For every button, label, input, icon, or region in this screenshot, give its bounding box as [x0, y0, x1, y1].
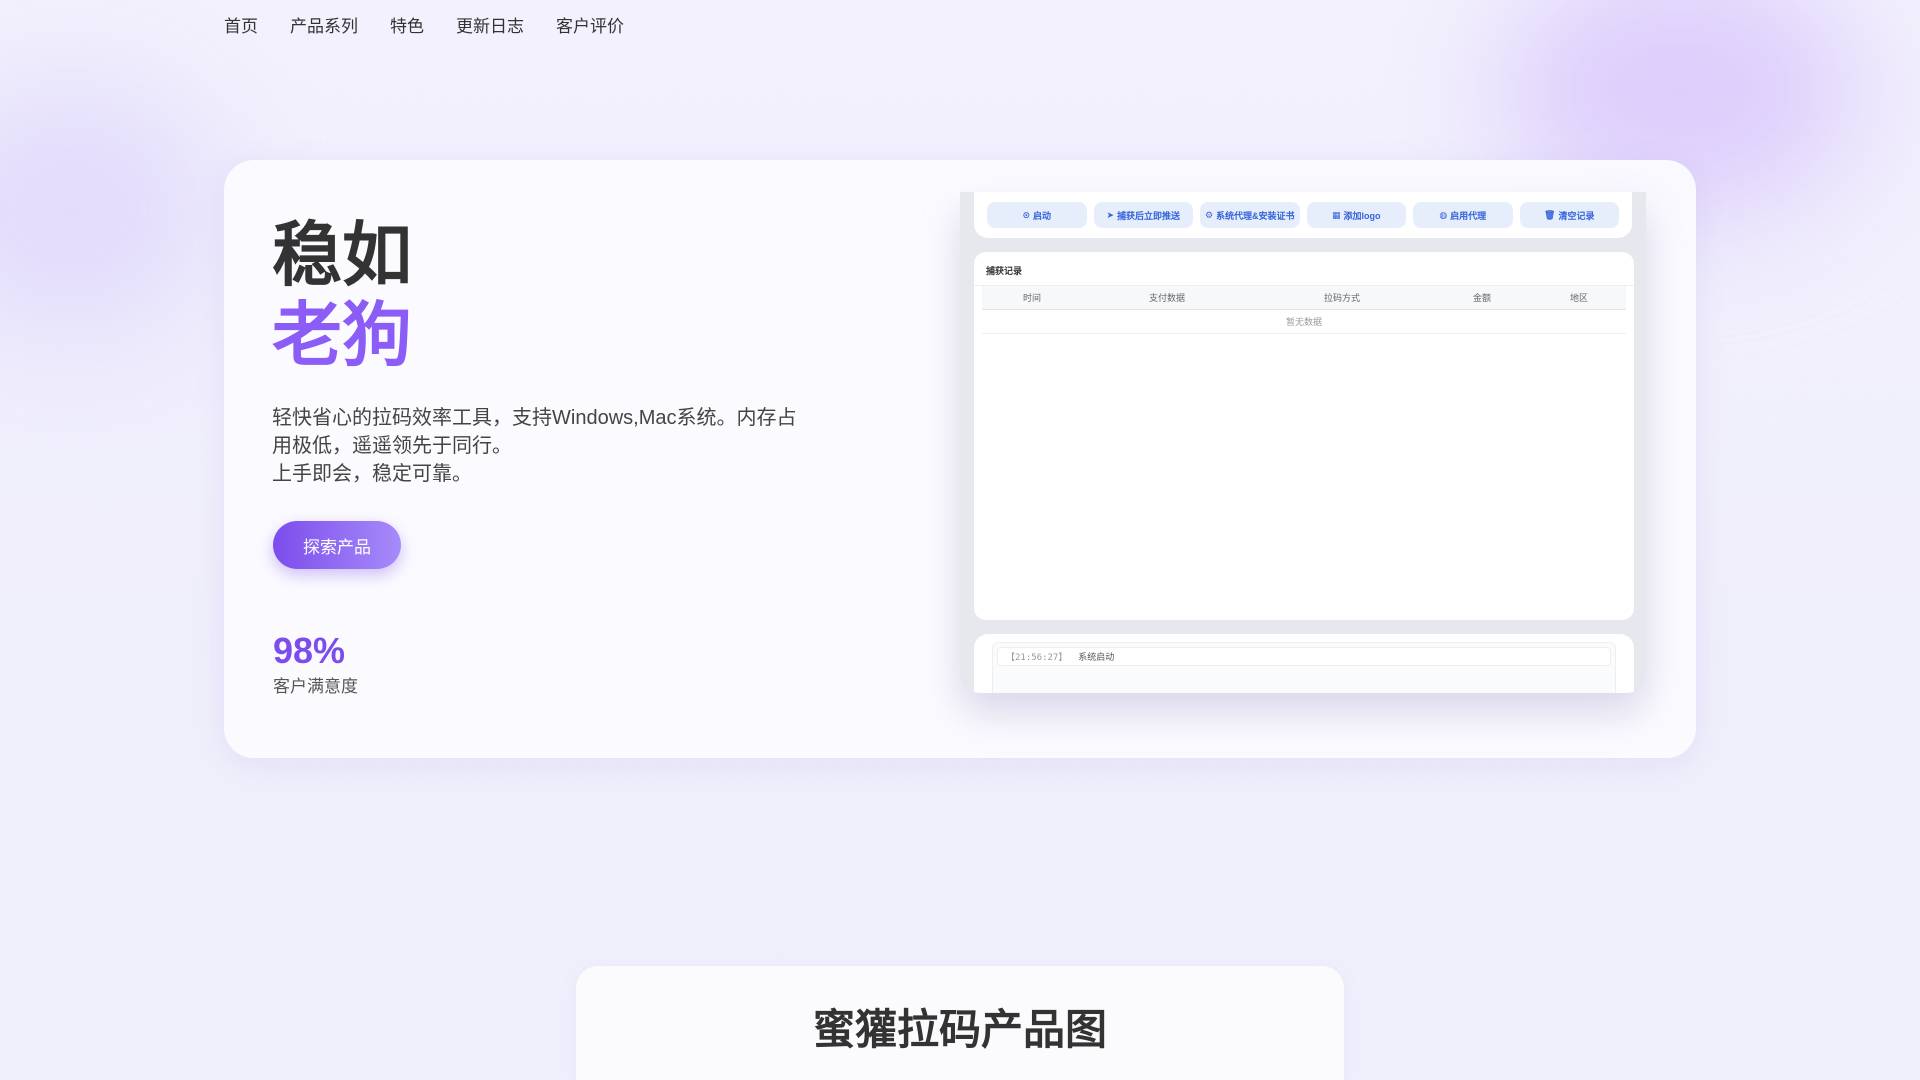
- product-images-section: 蜜獾拉码产品图: [576, 966, 1344, 1080]
- nav-features[interactable]: 特色: [390, 14, 424, 40]
- col-time: 时间: [1022, 293, 1041, 303]
- add-logo-button: ▦ 添加logo: [1306, 202, 1406, 228]
- log-entry: 【21:56:27】 系统启动: [997, 647, 1611, 666]
- label: 清空记录: [1558, 210, 1595, 221]
- log-time: 【21:56:27】: [1006, 653, 1068, 663]
- send-icon: ➤: [1106, 209, 1115, 220]
- globe-icon: ◍: [1439, 209, 1448, 220]
- hero-description: 轻快省心的拉码效率工具，支持Windows,Mac系统。内存占用极低，遥遥领先于…: [272, 404, 812, 488]
- push-button: ➤ 捕获后立即推送: [1093, 202, 1193, 228]
- hero-title-line1: 稳如: [272, 216, 412, 294]
- label: 启用代理: [1450, 210, 1487, 221]
- label: 添加logo: [1343, 210, 1381, 221]
- gear-icon: ⚙: [1204, 209, 1214, 220]
- nav-reviews[interactable]: 客户评价: [556, 14, 624, 40]
- app-toolbar: ⊙ 启动 ➤ 捕获后立即推送 ⚙ 系统代理&安装证书 ▦ 添加logo ◍ 启用代理 🗑 清…: [974, 192, 1632, 238]
- explore-products-button[interactable]: 探索产品: [273, 521, 401, 569]
- col-method: 拉码方式: [1323, 293, 1360, 303]
- col-region: 地区: [1569, 293, 1588, 303]
- hero-title-line2: 老狗: [272, 296, 412, 374]
- label: 启动: [1033, 210, 1052, 221]
- description-text: 轻快省心的拉码效率工具，支持Windows,Mac系统。内存占用极低，遥遥领先于…: [272, 407, 797, 457]
- label: 系统代理&安装证书: [1216, 210, 1295, 221]
- col-payment: 支付数据: [1148, 293, 1185, 303]
- proxy-cert-button: ⚙ 系统代理&安装证书: [1200, 202, 1300, 228]
- log-panel: 【21:56:27】 系统启动: [974, 634, 1634, 693]
- records-panel: 捕获记录 时间 支付数据 拉码方式 金额 地区 暂无数据: [974, 252, 1634, 620]
- nav-products[interactable]: 产品系列: [290, 14, 358, 40]
- image-icon: ▦: [1331, 209, 1341, 220]
- nav-home[interactable]: 首页: [224, 14, 258, 40]
- power-icon: ⊙: [1022, 209, 1031, 220]
- section-title: 蜜獾拉码产品图: [812, 1006, 1107, 1053]
- satisfaction-value: 98%: [273, 630, 346, 671]
- log-message: 系统启动: [1078, 653, 1115, 663]
- trash-icon: 🗑: [1544, 209, 1556, 220]
- satisfaction-label: 客户满意度: [273, 677, 358, 696]
- table-header: 时间 支付数据 拉码方式 金额 地区: [982, 286, 1626, 310]
- label: 捕获后立即推送: [1117, 210, 1181, 221]
- col-amount: 金额: [1472, 293, 1491, 303]
- empty-state: 暂无数据: [982, 310, 1626, 334]
- nav-changelog[interactable]: 更新日志: [456, 14, 524, 40]
- clear-records-button: 🗑 清空记录: [1519, 202, 1619, 228]
- start-button: ⊙ 启动: [987, 202, 1087, 228]
- app-screenshot: ⊙ 启动 ➤ 捕获后立即推送 ⚙ 系统代理&安装证书 ▦ 添加logo ◍ 启用代理 🗑 清…: [960, 192, 1646, 693]
- description-text-2: 上手即会，稳定可靠。: [272, 463, 472, 485]
- records-title: 捕获记录: [974, 252, 1634, 286]
- enable-proxy-button: ◍ 启用代理: [1413, 202, 1513, 228]
- top-nav: 首页 产品系列 特色 更新日志 客户评价: [224, 14, 624, 40]
- hero-card: 稳如 老狗 轻快省心的拉码效率工具，支持Windows,Mac系统。内存占用极低…: [224, 160, 1696, 758]
